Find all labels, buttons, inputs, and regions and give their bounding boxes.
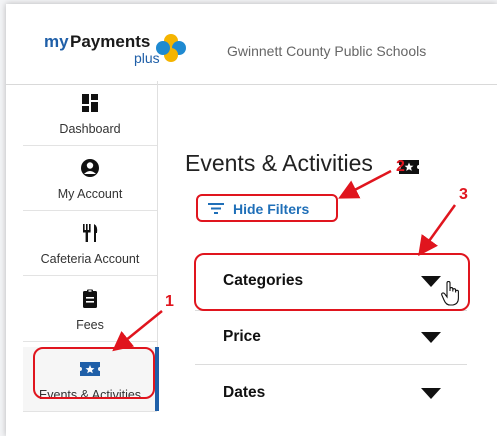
arrow-2 (338, 169, 392, 199)
arrow-1 (112, 310, 163, 352)
annotation-arrows (112, 169, 457, 352)
arrow-3 (418, 204, 457, 257)
callout-number-3: 3 (459, 186, 468, 203)
callout-number-2: 2 (396, 158, 405, 175)
callout-number-1: 1 (165, 293, 174, 310)
